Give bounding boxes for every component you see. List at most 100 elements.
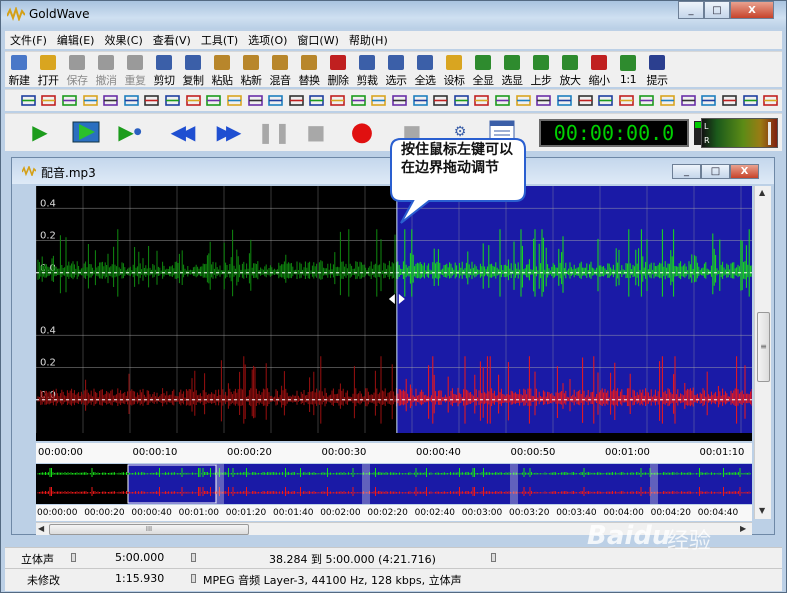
toolbar-button-copy[interactable]: 复制 [179,52,207,88]
effect-button-icon[interactable] [60,92,78,109]
rewind-icon[interactable]: ◀◀ [163,118,197,146]
effect-button-icon[interactable] [225,92,243,109]
fast-forward-icon[interactable]: ▶▶ [209,118,243,146]
effect-button-icon[interactable] [163,92,181,109]
effect-button-icon[interactable] [720,92,738,109]
effect-button-icon[interactable] [432,92,450,109]
doc-close-button[interactable]: X [730,164,759,179]
effect-button-icon[interactable] [143,92,161,109]
toolbar-button-paste-new[interactable]: 粘新 [237,52,265,88]
toolbar-button-scissors[interactable]: 剪切 [150,52,178,88]
effect-button-icon[interactable] [328,92,346,109]
horizontal-scroll-thumb[interactable]: III [49,524,249,535]
doc-maximize-button[interactable]: □ [701,164,730,179]
status-divider[interactable] [491,553,496,562]
toolbar-button-zoom-in[interactable]: 放大 [556,52,584,88]
effect-button-icon[interactable] [308,92,326,109]
toolbar-button-zoom-all[interactable]: 全显 [469,52,497,88]
menu-item-5[interactable]: 选项(O) [243,32,292,48]
toolbar-button-select-view[interactable]: 选示 [382,52,410,88]
effect-button-icon[interactable] [411,92,429,109]
vertical-scroll-thumb[interactable]: ≡ [757,312,770,382]
effect-button-icon[interactable] [19,92,37,109]
toolbar-label: 放大 [559,74,582,87]
toolbar-button-mix[interactable]: 混音 [266,52,294,88]
overview-time-ruler[interactable]: 00:00:00 00:00:20 00:00:40 00:01:00 00:01:20… [36,505,752,521]
effect-button-icon[interactable] [658,92,676,109]
effect-button-icon[interactable] [597,92,615,109]
effect-button-icon[interactable] [184,92,202,109]
toolbar-button-zoom-previous[interactable]: 上步 [527,52,555,88]
effect-button-icon[interactable] [246,92,264,109]
menu-item-6[interactable]: 窗口(W) [292,32,343,48]
effect-button-icon[interactable] [493,92,511,109]
time-ruler[interactable]: 00:00:00 00:00:10 00:00:20 00:00:30 00:00:40… [36,443,752,463]
toolbar-button-trim[interactable]: 剪裁 [353,52,381,88]
effect-button-icon[interactable] [741,92,759,109]
play-icon[interactable]: ▶ [23,118,57,146]
effect-button-icon[interactable] [576,92,594,109]
menu-item-0[interactable]: 文件(F) [5,32,52,48]
effect-button-icon[interactable] [473,92,491,109]
effect-button-icon[interactable] [81,92,99,109]
toolbar-button-zoom-out[interactable]: 缩小 [585,52,613,88]
effect-button-icon[interactable] [287,92,305,109]
effect-button-icon[interactable] [205,92,223,109]
scroll-left-icon[interactable]: ◀ [38,524,44,533]
scroll-up-icon[interactable]: ▲ [759,188,765,197]
toolbar-button-select-all[interactable]: 全选 [411,52,439,88]
scroll-right-icon[interactable]: ▶ [740,524,746,533]
effect-button-icon[interactable] [267,92,285,109]
effect-button-icon[interactable] [122,92,140,109]
toolbar-button-open-folder[interactable]: 打开 [34,52,62,88]
effect-button-icon[interactable] [102,92,120,109]
status-divider[interactable] [191,574,196,583]
menu-item-7[interactable]: 帮助(H) [344,32,393,48]
effect-button-icon[interactable] [390,92,408,109]
overview-waveform[interactable] [36,464,752,504]
effect-button-icon[interactable] [638,92,656,109]
maximize-button[interactable]: □ [704,1,730,19]
effect-button-icon[interactable] [535,92,553,109]
waveform-bottom-strip [36,433,752,441]
toolbar-button-paste[interactable]: 粘贴 [208,52,236,88]
toolbar-button-redo-arrow[interactable]: 重复 [121,52,149,88]
effect-button-icon[interactable] [514,92,532,109]
minimize-button[interactable]: _ [678,1,704,19]
effect-button-icon[interactable] [40,92,58,109]
doc-minimize-button[interactable]: _ [672,164,701,179]
toolbar-button-new-file[interactable]: 新建 [5,52,33,88]
effect-button-icon[interactable] [370,92,388,109]
effect-button-icon[interactable] [700,92,718,109]
pause-icon[interactable]: ❚❚ [257,118,291,146]
effect-button-icon[interactable] [452,92,470,109]
overview-tick-label: 00:01:00 [178,508,220,518]
toolbar-button-hint-arrow[interactable]: 提示 [643,52,671,88]
close-button[interactable]: X [730,1,774,19]
menu-item-3[interactable]: 查看(V) [148,32,196,48]
play-cursor-icon[interactable]: ▶ ● [113,118,147,146]
menu-item-4[interactable]: 工具(T) [196,32,243,48]
menu-item-1[interactable]: 编辑(E) [52,32,100,48]
toolbar-button-set-marker[interactable]: 设标 [440,52,468,88]
status-divider[interactable] [191,553,196,562]
menu-item-2[interactable]: 效果(C) [99,32,147,48]
scroll-down-icon[interactable]: ▼ [759,506,765,515]
stop-icon[interactable]: ■ [299,118,333,146]
status-divider[interactable] [71,553,76,562]
toolbar-button-save-disk[interactable]: 保存 [63,52,91,88]
toolbar-button-delete[interactable]: 删除 [324,52,352,88]
effect-button-icon[interactable] [617,92,635,109]
vertical-scrollbar[interactable]: ▲ ≡ ▼ [754,186,771,519]
effect-button-icon[interactable] [762,92,780,109]
record-icon[interactable]: ● [345,117,379,147]
play-selection-icon[interactable] [69,118,103,146]
toolbar-button-replace[interactable]: 替换 [295,52,323,88]
title-bar[interactable]: GoldWave _ □ X [1,1,786,29]
effect-button-icon[interactable] [349,92,367,109]
toolbar-button-zoom-selection[interactable]: 选显 [498,52,526,88]
effect-button-icon[interactable] [555,92,573,109]
toolbar-button-zoom-1to1[interactable]: 1:1 [614,52,642,88]
toolbar-button-undo-arrow[interactable]: 撤消 [92,52,120,88]
effect-button-icon[interactable] [679,92,697,109]
